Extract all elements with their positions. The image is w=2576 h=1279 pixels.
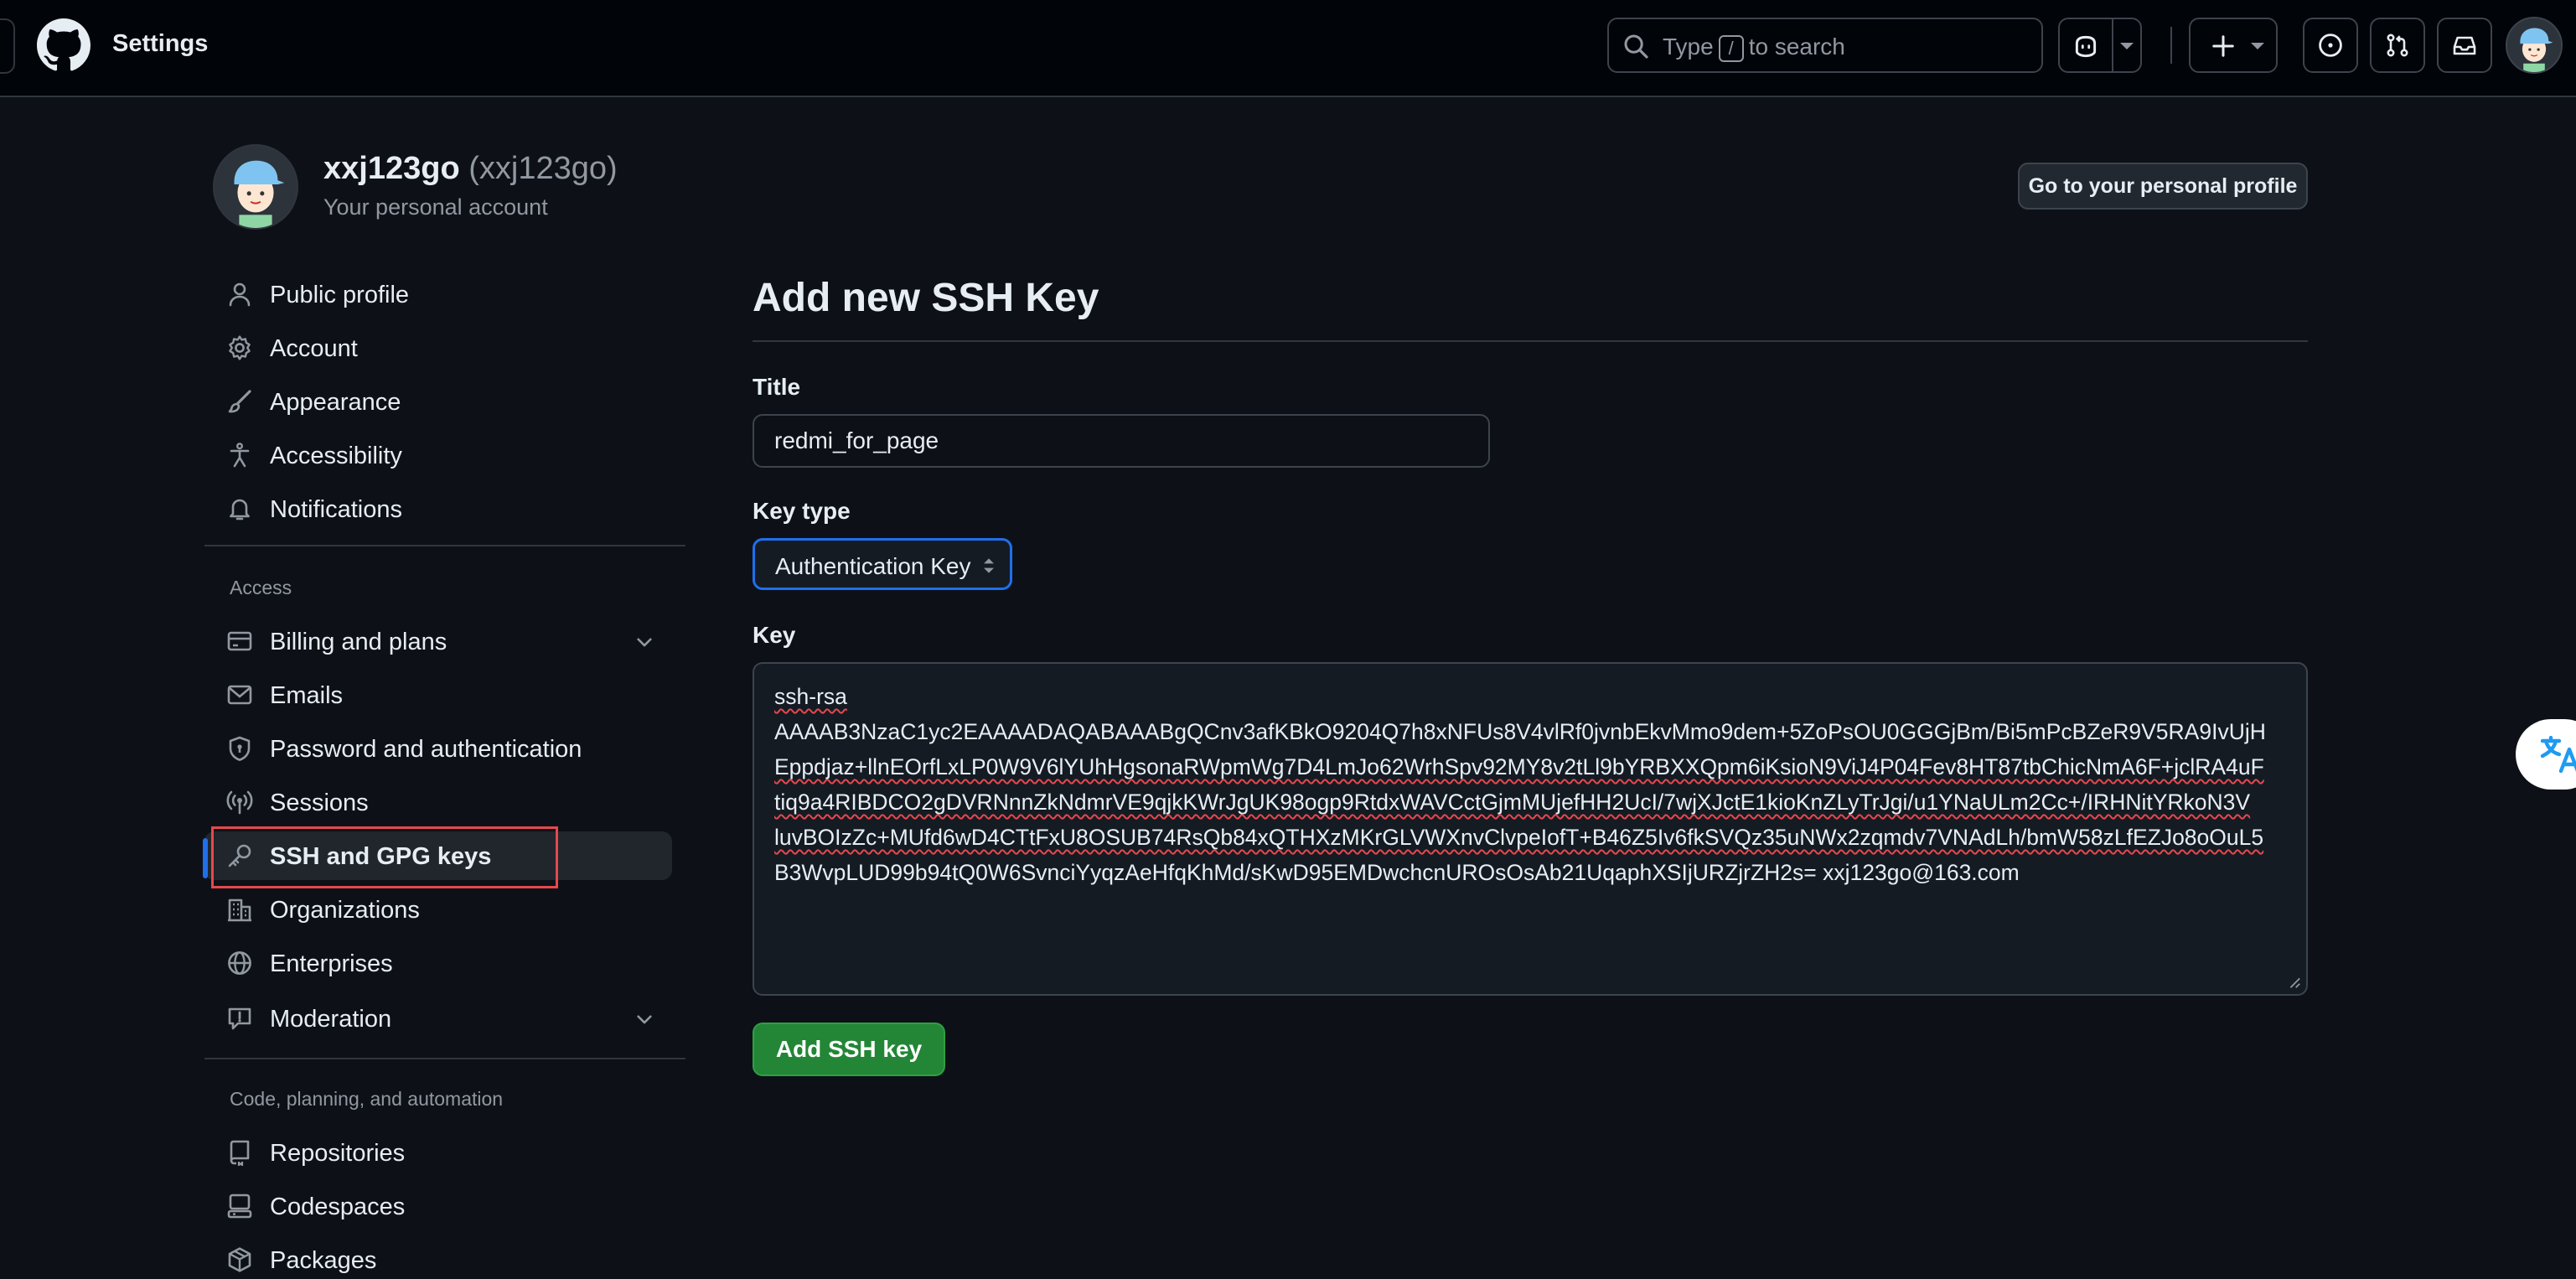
search-shortcut-key: / bbox=[1718, 34, 1744, 62]
mail-icon bbox=[227, 685, 252, 705]
form-heading: Add new SSH Key bbox=[753, 276, 1099, 320]
broadcast-icon bbox=[226, 790, 253, 815]
codespaces-icon bbox=[227, 1194, 252, 1219]
sidebar-item-organizations[interactable]: Organizations bbox=[204, 885, 672, 934]
resize-handle-icon[interactable] bbox=[2286, 974, 2301, 989]
header-divider bbox=[2170, 27, 2172, 64]
gear-icon bbox=[229, 335, 251, 360]
package-icon bbox=[228, 1247, 251, 1272]
sidebar-item-emails[interactable]: Emails bbox=[204, 671, 672, 719]
copilot-split-divider bbox=[2112, 19, 2113, 71]
translate-widget[interactable] bbox=[2516, 719, 2576, 790]
chevron-down-icon[interactable] bbox=[634, 1008, 655, 1030]
inbox-icon bbox=[2453, 36, 2476, 55]
repo-icon bbox=[230, 1140, 250, 1166]
sidebar-divider bbox=[204, 545, 685, 546]
github-logo-icon[interactable] bbox=[37, 18, 91, 72]
avatar-icon bbox=[215, 146, 297, 228]
create-new-button[interactable] bbox=[2189, 18, 2278, 73]
globe-icon bbox=[228, 951, 251, 975]
annotation-highlight-box bbox=[211, 826, 558, 888]
translate-icon bbox=[2540, 736, 2576, 773]
sidebar-item-account[interactable]: Account bbox=[204, 324, 672, 372]
key-type-label: Key type bbox=[753, 498, 851, 524]
bell-icon bbox=[230, 499, 250, 520]
paintbrush-icon bbox=[228, 390, 251, 413]
sidebar-item-public-profile[interactable]: Public profile bbox=[204, 270, 672, 318]
avatar-icon bbox=[2507, 18, 2561, 72]
add-ssh-key-button[interactable]: Add SSH key bbox=[753, 1023, 945, 1076]
sidebar-item-accessibility[interactable]: Accessibility bbox=[204, 431, 672, 479]
user-avatar-menu[interactable] bbox=[2506, 17, 2563, 74]
chevron-down-icon[interactable] bbox=[634, 631, 655, 653]
sidebar-heading-code: Code, planning, and automation bbox=[230, 1088, 504, 1110]
search-placeholder: Type / to search bbox=[1663, 34, 1845, 62]
organization-icon bbox=[228, 898, 251, 922]
sidebar-item-enterprises[interactable]: Enterprises bbox=[204, 939, 672, 987]
account-login: (xxj123go) bbox=[468, 151, 618, 186]
issues-button[interactable] bbox=[2303, 18, 2358, 73]
title-label: Title bbox=[753, 374, 801, 400]
sidebar-item-password-authentication[interactable]: Password and authentication bbox=[204, 724, 672, 773]
sidebar-item-packages[interactable]: Packages bbox=[204, 1235, 672, 1279]
active-indicator bbox=[203, 838, 208, 878]
sidebar-item-moderation[interactable]: Moderation bbox=[204, 994, 672, 1043]
title-input[interactable] bbox=[753, 414, 1490, 468]
go-to-profile-button[interactable]: Go to your personal profile bbox=[2018, 163, 2308, 210]
account-avatar bbox=[213, 144, 298, 230]
page-title: Settings bbox=[112, 30, 209, 57]
chevron-down-icon bbox=[2251, 43, 2264, 49]
person-icon bbox=[229, 282, 251, 307]
key-textarea[interactable]: ssh-rsa AAAAB3NzaC1yc2EAAAADAQABAAABgQCn… bbox=[753, 662, 2308, 996]
select-arrows-icon bbox=[984, 558, 994, 573]
key-text-line: tiq9a4RIBDCO2gDVRNnnZkNdmrVE9qjkKWrJgUK9… bbox=[774, 790, 2251, 815]
copilot-icon bbox=[2075, 35, 2097, 58]
sidebar-item-billing[interactable]: Billing and plans bbox=[204, 617, 672, 665]
sidebar-item-appearance[interactable]: Appearance bbox=[204, 377, 672, 426]
key-text-line: Eppdjaz+llnEOrfLxLP0W9V6lYUhHgsonaRWpmWg… bbox=[774, 754, 2264, 779]
account-subtitle: Your personal account bbox=[323, 194, 548, 220]
search-input[interactable]: Type / to search bbox=[1607, 18, 2043, 73]
inbox-button[interactable] bbox=[2437, 18, 2492, 73]
copilot-button[interactable] bbox=[2058, 18, 2142, 73]
shield-lock-icon bbox=[229, 736, 251, 761]
key-type-select[interactable]: Authentication Key bbox=[753, 538, 1012, 590]
key-text-line: B3WvpLUD99b94tQ0W6SvnciYyqzAeHfqKhMd/sKw… bbox=[774, 860, 2020, 885]
key-text-line: luvBOIzZc+MUfd6wD4CTtFxU8OSUB74RsQb84xQT… bbox=[774, 825, 2264, 850]
sidebar-item-codespaces[interactable]: Codespaces bbox=[204, 1182, 672, 1230]
sidebar-divider bbox=[204, 1058, 685, 1059]
credit-card-icon bbox=[227, 631, 252, 651]
git-pull-request-icon bbox=[2387, 34, 2408, 57]
accessibility-icon bbox=[230, 443, 250, 468]
plus-icon bbox=[2212, 35, 2234, 57]
pull-requests-button[interactable] bbox=[2370, 18, 2425, 73]
key-text-line: AAAAB3NzaC1yc2EAAAADAQABAAABgQCnv3afKBkO… bbox=[774, 719, 2266, 744]
sidebar-heading-access: Access bbox=[230, 577, 292, 598]
top-header: Settings Type / to search bbox=[0, 0, 2576, 97]
key-label: Key bbox=[753, 622, 796, 648]
search-icon bbox=[1624, 34, 1648, 59]
key-text-line: ssh-rsa bbox=[774, 684, 847, 709]
sidebar-toggle[interactable] bbox=[0, 18, 15, 74]
chevron-down-icon[interactable] bbox=[2118, 40, 2135, 52]
account-name: xxj123go (xxj123go) bbox=[323, 151, 618, 186]
sidebar-item-sessions[interactable]: Sessions bbox=[204, 778, 672, 826]
issue-opened-icon bbox=[2319, 34, 2342, 57]
heading-divider bbox=[753, 340, 2308, 342]
sidebar-item-repositories[interactable]: Repositories bbox=[204, 1128, 672, 1177]
sidebar-item-notifications[interactable]: Notifications bbox=[204, 484, 672, 533]
key-type-value: Authentication Key bbox=[775, 553, 971, 579]
report-icon bbox=[228, 1007, 251, 1030]
